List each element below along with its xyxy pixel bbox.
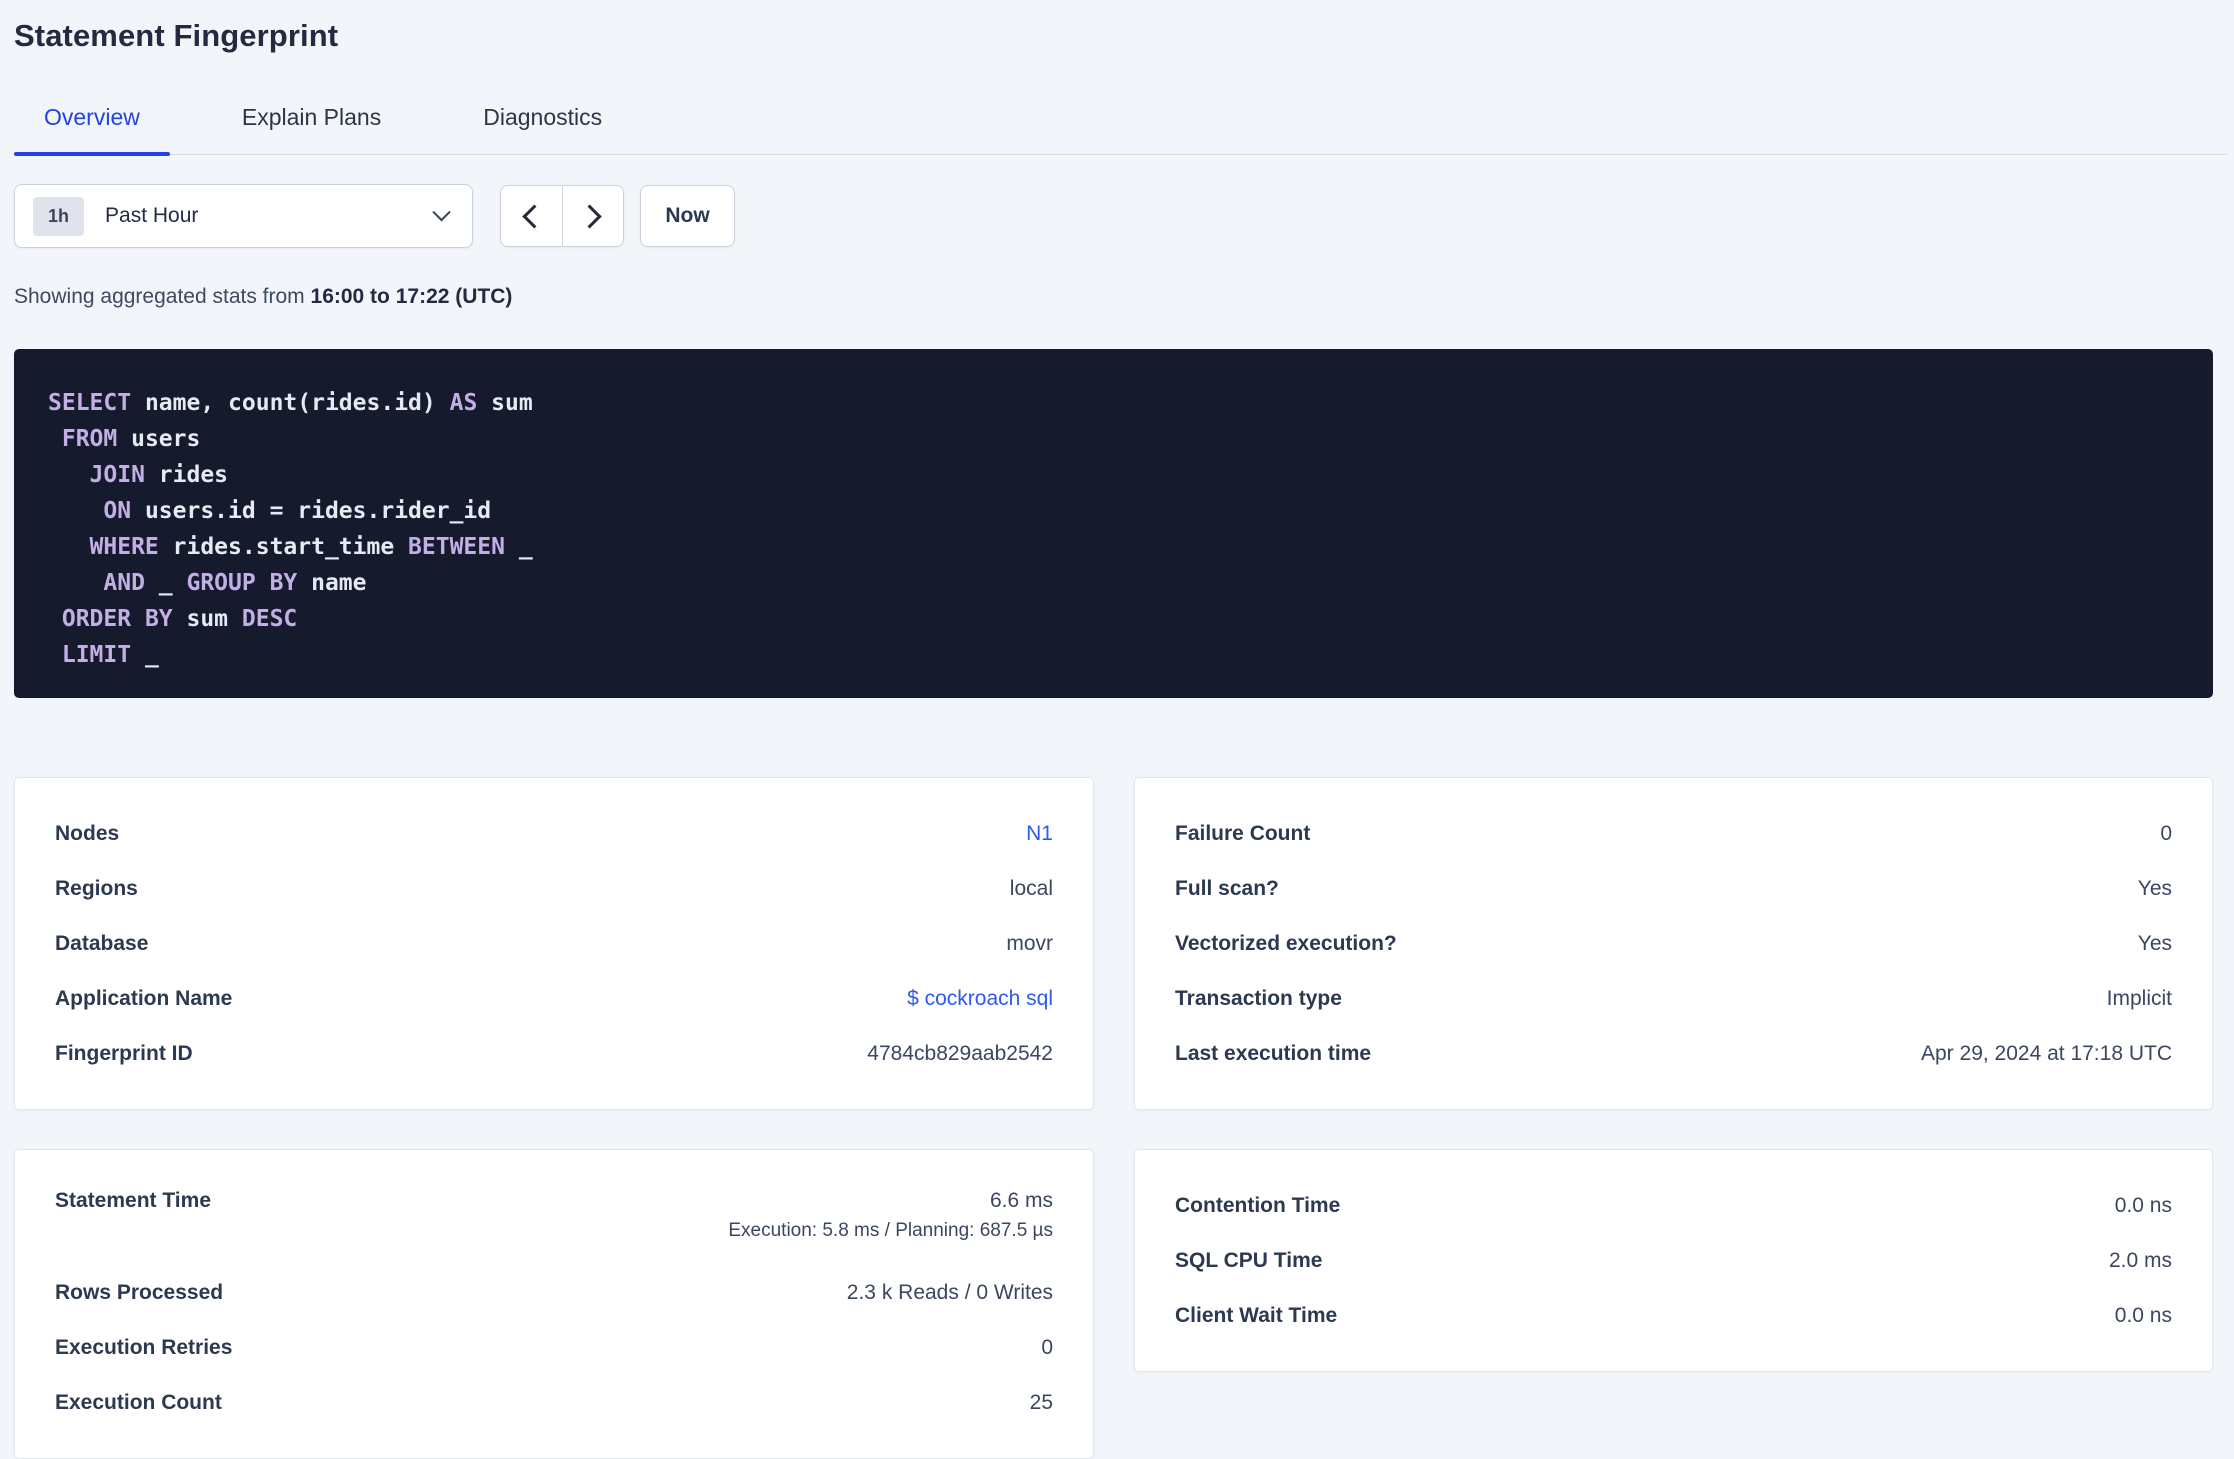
transaction-type-label: Transaction type <box>1175 986 1342 1010</box>
execution-count-value: 25 <box>1029 1390 1053 1414</box>
stats-prefix: Showing aggregated stats from <box>14 285 311 308</box>
chevron-right-icon <box>577 203 602 229</box>
fingerprint-id-row: Fingerprint ID 4784cb829aab2542 <box>55 1026 1053 1081</box>
next-time-button[interactable] <box>562 186 623 246</box>
rows-processed-row: Rows Processed 2.3 k Reads / 0 Writes <box>55 1265 1053 1320</box>
execution-retries-label: Execution Retries <box>55 1335 233 1359</box>
regions-value: local <box>1009 876 1053 900</box>
regions-label: Regions <box>55 876 138 900</box>
fingerprint-id-value: 4784cb829aab2542 <box>867 1041 1053 1065</box>
statement-time-row: Statement Time 6.6 ms Execution: 5.8 ms … <box>55 1178 1053 1265</box>
database-row: Database movr <box>55 916 1053 971</box>
nodes-row: Nodes N1 <box>55 806 1053 861</box>
sql-cpu-time-row: SQL CPU Time 2.0 ms <box>1175 1233 2172 1288</box>
database-value: movr <box>1006 931 1053 955</box>
transaction-type-value: Implicit <box>2106 986 2172 1010</box>
chevron-down-icon <box>432 202 451 221</box>
tab-bar: Overview Explain Plans Diagnostics <box>14 104 2227 156</box>
statement-fingerprint-page: Statement Fingerprint Overview Explain P… <box>0 0 2234 1459</box>
full-scan-label: Full scan? <box>1175 876 1279 900</box>
chevron-left-icon <box>522 203 547 229</box>
time-pager <box>500 185 624 247</box>
prev-time-button[interactable] <box>501 186 563 246</box>
statement-timing-card: Statement Time 6.6 ms Execution: 5.8 ms … <box>14 1149 1094 1459</box>
tab-diagnostics[interactable]: Diagnostics <box>453 104 632 154</box>
last-execution-time-row: Last execution time Apr 29, 2024 at 17:1… <box>1175 1026 2172 1081</box>
contention-time-value: 0.0 ns <box>2114 1193 2172 1217</box>
execution-retries-row: Execution Retries 0 <box>55 1320 1053 1375</box>
full-scan-value: Yes <box>2137 876 2172 900</box>
execution-count-row: Execution Count 25 <box>55 1375 1053 1430</box>
client-wait-time-row: Client Wait Time 0.0 ns <box>1175 1288 2172 1343</box>
regions-row: Regions local <box>55 861 1053 916</box>
application-name-link[interactable]: $ cockroach sql <box>907 987 1053 1011</box>
last-execution-time-label: Last execution time <box>1175 1041 1372 1065</box>
failure-count-label: Failure Count <box>1175 821 1311 845</box>
statement-details-card: Nodes N1 Regions local Database movr App… <box>14 777 1094 1110</box>
contention-time-row: Contention Time 0.0 ns <box>1175 1178 2172 1233</box>
tab-overview[interactable]: Overview <box>14 104 170 156</box>
time-range-badge: 1h <box>33 196 85 236</box>
failure-count-row: Failure Count 0 <box>1175 806 2172 861</box>
execution-retries-value: 0 <box>1041 1335 1053 1359</box>
full-scan-row: Full scan? Yes <box>1175 861 2172 916</box>
tab-explain-plans[interactable]: Explain Plans <box>212 104 411 154</box>
time-range-dropdown[interactable]: 1h Past Hour <box>14 184 473 248</box>
statement-time-breakdown: Execution: 5.8 ms / Planning: 687.5 µs <box>728 1220 1053 1241</box>
vectorized-execution-label: Vectorized execution? <box>1175 931 1397 955</box>
client-wait-time-value: 0.0 ns <box>2114 1303 2172 1327</box>
execution-attributes-card: Failure Count 0 Full scan? Yes Vectorize… <box>1134 777 2213 1110</box>
wait-times-card: Contention Time 0.0 ns SQL CPU Time 2.0 … <box>1134 1149 2213 1372</box>
now-button[interactable]: Now <box>640 185 735 247</box>
nodes-link[interactable]: N1 <box>1026 822 1053 846</box>
execution-count-label: Execution Count <box>55 1390 222 1414</box>
application-name-label: Application Name <box>55 986 233 1010</box>
failure-count-value: 0 <box>2160 821 2172 845</box>
aggregated-stats-summary: Showing aggregated stats from 16:00 to 1… <box>14 285 2213 309</box>
vectorized-execution-row: Vectorized execution? Yes <box>1175 916 2172 971</box>
fingerprint-id-label: Fingerprint ID <box>55 1041 193 1065</box>
contention-time-label: Contention Time <box>1175 1193 1341 1217</box>
page-title: Statement Fingerprint <box>14 18 339 53</box>
sql-cpu-time-value: 2.0 ms <box>2108 1248 2172 1272</box>
rows-processed-label: Rows Processed <box>55 1280 224 1304</box>
transaction-type-row: Transaction type Implicit <box>1175 971 2172 1026</box>
sql-statement: SELECT name, count(rides.id) AS sum FROM… <box>14 349 2213 698</box>
rows-processed-value: 2.3 k Reads / 0 Writes <box>846 1280 1053 1304</box>
statement-time-label: Statement Time <box>55 1189 211 1212</box>
sql-cpu-time-label: SQL CPU Time <box>1175 1248 1323 1272</box>
application-name-row: Application Name $ cockroach sql <box>55 971 1053 1026</box>
database-label: Database <box>55 931 149 955</box>
stats-cards-grid: Nodes N1 Regions local Database movr App… <box>14 777 2213 1459</box>
vectorized-execution-value: Yes <box>2137 931 2172 955</box>
last-execution-time-value: Apr 29, 2024 at 17:18 UTC <box>1921 1041 2172 1065</box>
nodes-label: Nodes <box>55 821 120 845</box>
time-range-label: Past Hour <box>105 204 199 227</box>
time-controls: 1h Past Hour Now <box>14 184 2213 248</box>
client-wait-time-label: Client Wait Time <box>1175 1303 1338 1327</box>
statement-time-value: 6.6 ms <box>989 1189 1053 1212</box>
stats-range: 16:00 to 17:22 (UTC) <box>310 285 513 308</box>
